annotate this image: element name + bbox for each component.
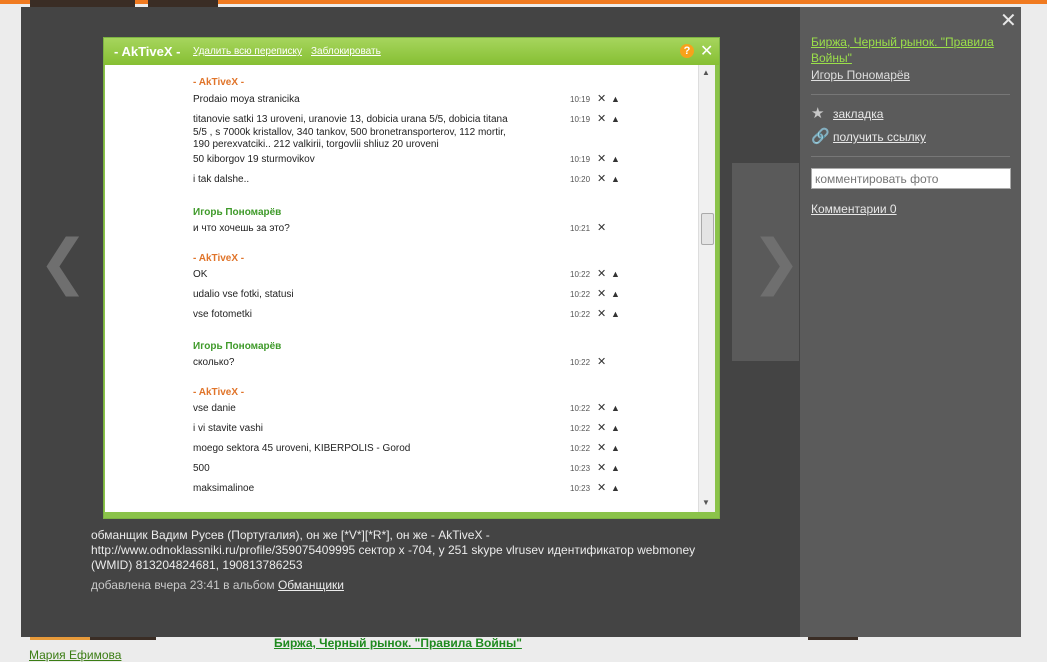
message-sender: Игорь Пономарёв: [193, 341, 282, 352]
message-time: 10:22: [570, 310, 591, 319]
message-time: 10:22: [570, 290, 591, 299]
message-time: 10:19: [570, 155, 591, 164]
message-time: 10:23: [570, 484, 591, 493]
scroll-down-icon: ▼: [702, 498, 710, 507]
delete-message-icon: ✕: [597, 113, 607, 125]
chat-title: - AkTiveX -: [114, 44, 181, 59]
report-warning-icon: ▲: [611, 443, 620, 453]
background-album-link[interactable]: Биржа, Черный рынок. "Правила Войны": [274, 636, 522, 650]
message-text: maksimalinoe: [193, 483, 255, 494]
comments-count-link[interactable]: Комментарии 0: [811, 202, 897, 216]
message-sender: - AkTiveX -: [193, 253, 245, 264]
delete-message-icon: ✕: [597, 462, 607, 474]
delete-message-icon: ✕: [597, 422, 607, 434]
message-text: moego sektora 45 uroveni, KIBERPOLIS - G…: [193, 443, 411, 454]
chat-window-header: - AkTiveX - Удалить всю переписку Заблок…: [104, 38, 719, 65]
message-text: 50 kiborgov 19 sturmovikov: [193, 154, 315, 165]
background-thumbnail[interactable]: [90, 637, 156, 640]
background-thumbnail[interactable]: [30, 0, 135, 7]
message-text: сколько?: [193, 357, 235, 368]
scroll-up-icon: ▲: [702, 68, 710, 77]
sidebar-album-link[interactable]: Биржа, Черный рынок. "Правила Войны": [811, 34, 1011, 66]
delete-message-icon: ✕: [597, 153, 607, 165]
message-time: 10:19: [570, 115, 591, 124]
photo-image[interactable]: - AkTiveX - Удалить всю переписку Заблок…: [103, 37, 720, 519]
added-date-text: добавлена вчера 23:41 в альбом: [91, 578, 275, 592]
chat-messages: - AkTiveX - Prodaio moya stranicika 10:19 ✕…: [105, 65, 698, 512]
background-user-link[interactable]: Мария Ефимова: [29, 648, 121, 662]
message-time: 10:20: [570, 175, 591, 184]
report-warning-icon: ▲: [611, 309, 620, 319]
delete-message-icon: ✕: [597, 93, 607, 105]
message-text: titanovie satki 13 uroveni, uranovie 13,…: [193, 114, 508, 150]
star-icon: ★: [811, 105, 825, 122]
background-thumbnail[interactable]: [30, 637, 90, 640]
delete-message-icon: ✕: [597, 442, 607, 454]
comment-input[interactable]: [811, 168, 1011, 189]
divider: [811, 94, 1010, 95]
close-icon: ✕: [700, 43, 714, 60]
close-viewer-icon[interactable]: ✕: [1000, 8, 1017, 33]
message-time: 10:22: [570, 404, 591, 413]
prev-photo-arrow-icon[interactable]: ❮: [38, 232, 88, 292]
delete-message-icon: ✕: [597, 268, 607, 280]
delete-conversation-link: Удалить всю переписку: [193, 46, 303, 57]
message-sender: Игорь Пономарёв: [193, 207, 282, 218]
report-warning-icon: ▲: [611, 289, 620, 299]
delete-message-icon: ✕: [597, 222, 607, 234]
link-icon: 🔗: [811, 128, 830, 145]
delete-message-icon: ✕: [597, 402, 607, 414]
delete-message-icon: ✕: [597, 308, 607, 320]
background-thumbnail[interactable]: [148, 0, 218, 7]
message-time: 10:21: [570, 224, 591, 233]
photo-added-info: добавлена вчера 23:41 в альбом Обманщики: [91, 578, 344, 592]
message-time: 10:19: [570, 95, 591, 104]
message-time: 10:22: [570, 444, 591, 453]
chat-scrollbar: ▲ ▼: [698, 65, 715, 512]
report-warning-icon: ▲: [611, 269, 620, 279]
message-text: OK: [193, 269, 208, 280]
message-text: и что хочешь за это?: [193, 223, 290, 234]
message-text: udalio vse fotki, statusi: [193, 289, 294, 300]
get-link-link[interactable]: получить ссылку: [833, 130, 926, 144]
report-warning-icon: ▲: [611, 154, 620, 164]
message-sender: - AkTiveX -: [193, 77, 245, 88]
delete-message-icon: ✕: [597, 482, 607, 494]
message-text: i tak dalshe..: [193, 174, 250, 185]
message-sender: - AkTiveX -: [193, 387, 245, 398]
background-thumbnail[interactable]: [808, 637, 858, 640]
delete-message-icon: ✕: [597, 288, 607, 300]
album-link[interactable]: Обманщики: [278, 578, 344, 592]
message-time: 10:22: [570, 424, 591, 433]
report-warning-icon: ▲: [611, 114, 620, 124]
scroll-thumb: [701, 213, 714, 245]
message-text: vse fotometki: [193, 309, 252, 320]
message-text: Prodaio moya stranicika: [193, 94, 300, 105]
report-warning-icon: ▲: [611, 174, 620, 184]
divider: [811, 156, 1010, 157]
message-time: 10:22: [570, 270, 591, 279]
report-warning-icon: ▲: [611, 483, 620, 493]
photo-caption: обманщик Вадим Русев (Португалия), он же…: [91, 528, 696, 572]
next-photo-arrow-icon[interactable]: ❯: [751, 232, 801, 292]
message-time: 10:22: [570, 358, 591, 367]
message-text: 500: [193, 463, 210, 474]
delete-message-icon: ✕: [597, 173, 607, 185]
report-warning-icon: ▲: [611, 423, 620, 433]
message-text: i vi stavite vashi: [193, 423, 264, 434]
message-time: 10:23: [570, 464, 591, 473]
delete-message-icon: ✕: [597, 356, 607, 368]
report-warning-icon: ▲: [611, 94, 620, 104]
sidebar-author-link[interactable]: Игорь Пономарёв: [811, 68, 910, 82]
report-warning-icon: ▲: [611, 463, 620, 473]
report-warning-icon: ▲: [611, 403, 620, 413]
block-user-link: Заблокировать: [311, 46, 381, 57]
message-text: vse danie: [193, 403, 236, 414]
bookmark-link[interactable]: закладка: [833, 107, 883, 121]
photo-sidebar: [800, 7, 1021, 637]
help-icon: ?: [680, 44, 694, 58]
